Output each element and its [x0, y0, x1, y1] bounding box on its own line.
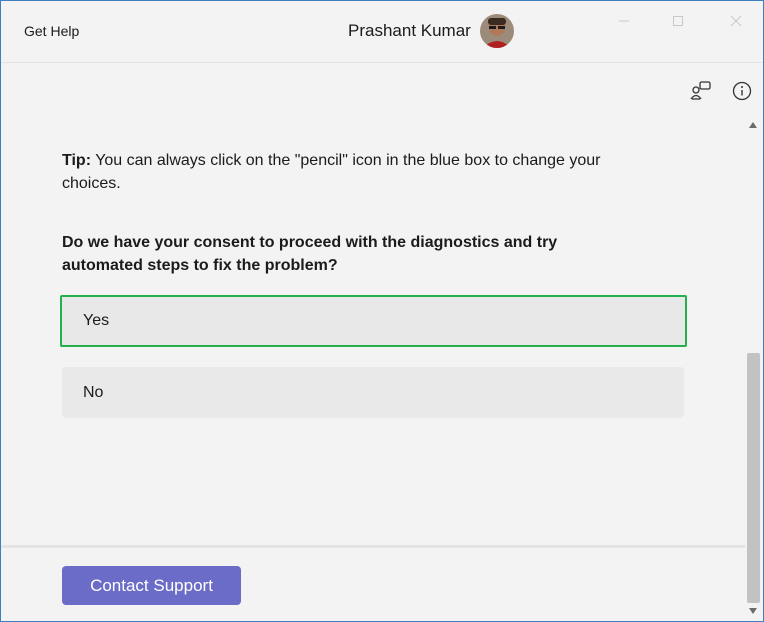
scroll-thumb[interactable]: [747, 353, 760, 603]
maximize-button[interactable]: [655, 7, 701, 35]
close-button[interactable]: [713, 7, 759, 35]
user-name: Prashant Kumar: [348, 21, 471, 40]
option-yes[interactable]: Yes: [60, 295, 687, 347]
option-yes-label: Yes: [83, 312, 110, 329]
tip-text: Tip: You can always click on the "pencil…: [62, 149, 642, 195]
consent-question: Do we have your consent to proceed with …: [62, 234, 558, 274]
minimize-button[interactable]: [601, 7, 647, 35]
info-button[interactable]: [730, 79, 754, 103]
footer-divider: [1, 545, 745, 548]
tip-label: Tip:: [62, 152, 92, 169]
scroll-up-arrow-icon[interactable]: [749, 122, 757, 128]
info-icon: [732, 81, 752, 101]
title-bar: Get Help Prashant Kumar: [1, 1, 763, 63]
close-icon: [730, 15, 742, 27]
avatar[interactable]: [480, 14, 514, 48]
scrollbar[interactable]: [745, 119, 762, 619]
chat-icon: [690, 81, 711, 100]
contact-support-button[interactable]: Contact Support: [62, 566, 241, 605]
option-no-label: No: [83, 383, 104, 401]
avatar-image: [480, 14, 514, 48]
chat-button[interactable]: [689, 79, 713, 103]
option-no[interactable]: No: [62, 367, 684, 418]
scroll-down-arrow-icon[interactable]: [749, 608, 757, 614]
maximize-icon: [673, 16, 683, 26]
app-title: Get Help: [24, 23, 80, 39]
minimize-icon: [619, 20, 629, 22]
get-help-window: Get Help Prashant Kumar Tip: You can alw…: [0, 0, 764, 622]
tip-body: You can always click on the "pencil" ico…: [62, 152, 601, 192]
